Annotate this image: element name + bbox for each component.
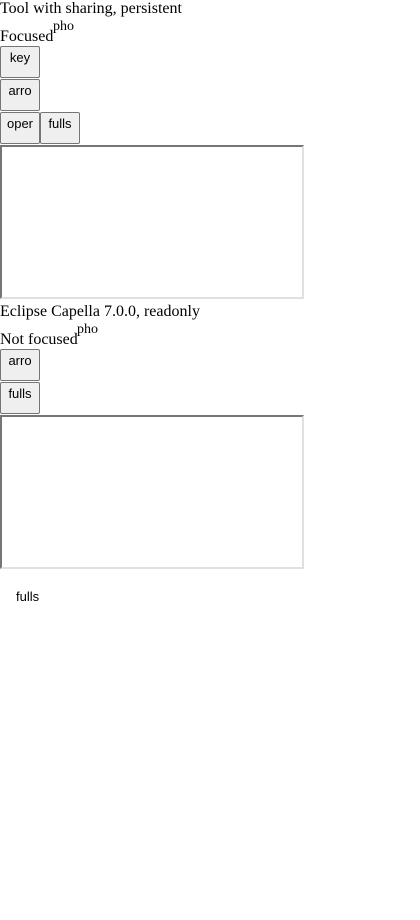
fullscreen-button[interactable]: fulls <box>40 112 80 144</box>
arrow-button[interactable]: arro <box>0 79 40 111</box>
key-button[interactable]: key <box>0 46 40 78</box>
section1-badge-label: pho <box>53 19 74 34</box>
section2-content-pane[interactable] <box>0 415 304 569</box>
section1-focus-status: Focused <box>0 28 54 45</box>
section2-badge-label: pho <box>77 322 98 337</box>
fullscreen-button[interactable]: fulls <box>0 382 40 414</box>
arrow-button[interactable]: arro <box>0 349 40 381</box>
section1-content-pane[interactable] <box>0 145 304 299</box>
section2-focus-status: Not focused <box>0 331 78 348</box>
section2-title: Eclipse Capella 7.0.0, readonly <box>0 303 200 320</box>
fullscreen-label: fulls <box>16 589 40 604</box>
section1-title: Tool with sharing, persistent <box>0 0 182 17</box>
open-button[interactable]: oper <box>0 112 40 144</box>
